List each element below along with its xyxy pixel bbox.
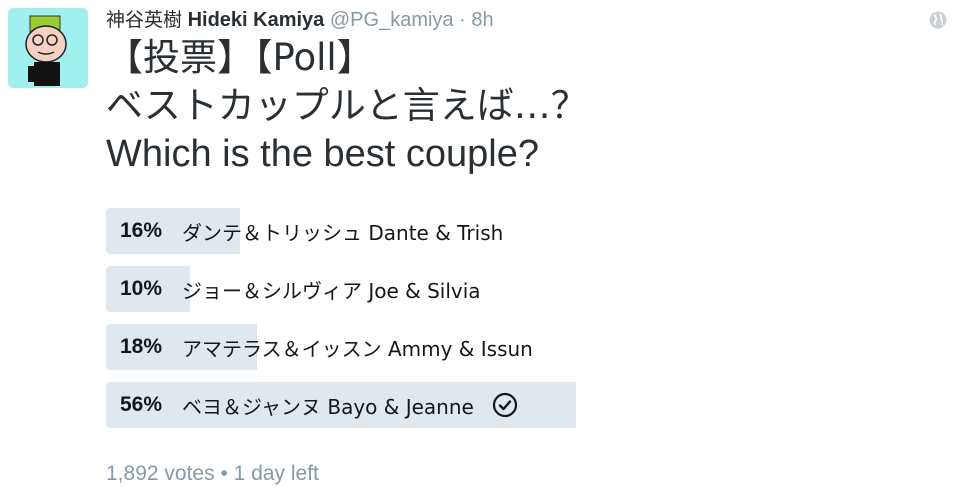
- poll-percent: 16%: [120, 219, 163, 242]
- tweet-text: 【投票】【Poll】 ベストカップルと言えば…？ Which is the be…: [106, 34, 588, 178]
- tweet-text-line-1: 【投票】【Poll】: [106, 36, 374, 79]
- display-name-jp[interactable]: 神谷英樹: [106, 9, 182, 31]
- display-name-en[interactable]: Hideki Kamiya: [188, 9, 325, 31]
- tweet-text-line-3: Which is the best couple?: [106, 133, 540, 175]
- poll-label: ジョー＆シルヴィア Joe & Silvia: [182, 278, 481, 303]
- timestamp[interactable]: 8h: [471, 9, 493, 31]
- poll-label: ベヨ＆ジャンヌ Bayo & Jeanne: [182, 394, 474, 419]
- globe-icon: [928, 10, 948, 30]
- footer-bullet: •: [220, 462, 228, 485]
- check-circle-icon: [492, 392, 518, 418]
- poll-label: アマテラス＆イッスン Ammy & Issun: [182, 336, 533, 361]
- tweet-text-line-2: ベストカップルと言えば…？: [106, 84, 588, 127]
- poll-choice-4: 56% ベヨ＆ジャンヌ Bayo & Jeanne: [106, 382, 686, 428]
- poll-label: ダンテ＆トリッシュ Dante & Trish: [182, 220, 504, 245]
- avatar[interactable]: [8, 8, 88, 88]
- poll-choice-1: 16% ダンテ＆トリッシュ Dante & Trish: [106, 208, 686, 254]
- poll-choice-2: 10% ジョー＆シルヴィア Joe & Silvia: [106, 266, 686, 312]
- poll-percent: 10%: [120, 277, 163, 300]
- tweet-header: 神谷英樹 Hideki Kamiya @PG_kamiya · 8h: [106, 8, 494, 32]
- poll-percent: 56%: [120, 393, 163, 416]
- vote-count: 1,892 votes: [106, 462, 215, 485]
- poll-percent: 18%: [120, 335, 163, 358]
- poll: 16% ダンテ＆トリッシュ Dante & Trish 10% ジョー＆シルヴィ…: [106, 208, 686, 440]
- user-handle[interactable]: @PG_kamiya: [330, 9, 454, 31]
- avatar-image: [8, 8, 88, 88]
- display-name[interactable]: 神谷英樹 Hideki Kamiya: [106, 9, 330, 31]
- poll-choice-3: 18% アマテラス＆イッスン Ammy & Issun: [106, 324, 686, 370]
- time-left: 1 day left: [233, 462, 319, 485]
- separator: ·: [459, 9, 466, 31]
- poll-footer: 1,892 votes • 1 day left: [106, 462, 319, 486]
